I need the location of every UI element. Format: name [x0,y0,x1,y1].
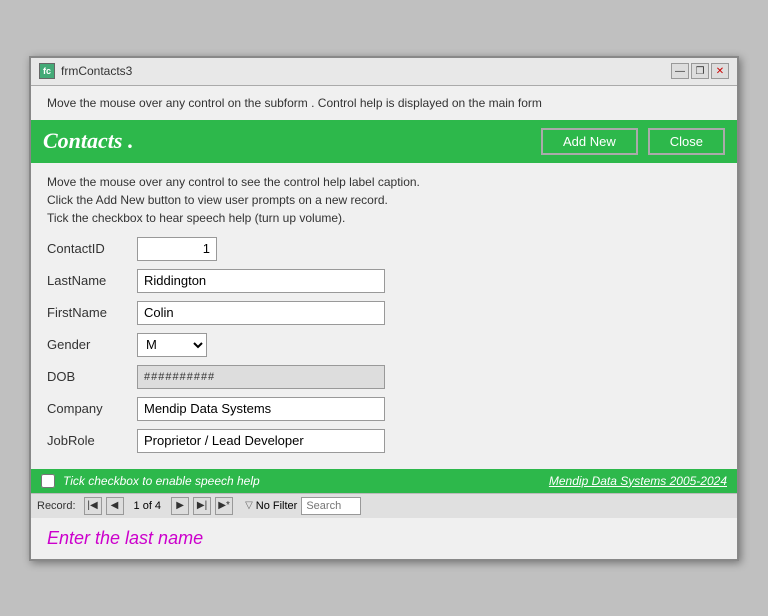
gender-row: Gender M F [47,333,721,357]
form-area: Move the mouse over any control to see t… [31,163,737,469]
restore-button[interactable]: ❐ [691,63,709,79]
last-name-input[interactable] [137,269,385,293]
last-name-row: LastName [47,269,721,293]
gender-select[interactable]: M F [137,333,207,357]
nav-new-button[interactable]: ▶* [215,497,233,515]
header-buttons: Add New Close [541,128,725,155]
main-window: fc frmContacts3 — ❐ ✕ Move the mouse ove… [29,56,739,561]
filter-icon: ▽ [245,500,253,511]
nav-prev-button[interactable]: ◀ [106,497,124,515]
nav-last-button[interactable]: ▶| [193,497,211,515]
bottom-hint-text: Enter the last name [31,518,737,559]
job-role-row: JobRole [47,429,721,453]
gender-label: Gender [47,337,137,352]
dob-input[interactable] [137,365,385,389]
green-footer: Tick checkbox to enable speech help Mend… [31,469,737,493]
record-info: 1 of 4 [134,500,162,512]
app-icon: fc [39,63,55,79]
help-text-block: Move the mouse over any control to see t… [47,173,721,227]
speech-checkbox[interactable] [41,474,55,488]
dob-label: DOB [47,369,137,384]
search-input[interactable] [301,497,361,515]
first-name-input[interactable] [137,301,385,325]
filter-area: ▽ No Filter [245,500,297,512]
help-line-2: Click the Add New button to view user pr… [47,191,721,209]
window-controls: — ❐ ✕ [671,63,729,79]
company-label: Company [47,401,137,416]
company-input[interactable] [137,397,385,421]
add-new-button[interactable]: Add New [541,128,638,155]
form-header: Contacts . Add New Close [31,120,737,163]
footer-credit: Mendip Data Systems 2005-2024 [549,474,727,488]
contact-id-label: ContactID [47,241,137,256]
first-name-label: FirstName [47,305,137,320]
close-window-button[interactable]: ✕ [711,63,729,79]
job-role-label: JobRole [47,433,137,448]
help-line-1: Move the mouse over any control to see t… [47,173,721,191]
record-label: Record: [37,500,76,512]
subform-hint-text: Move the mouse over any control on the s… [31,86,737,120]
speech-label: Tick checkbox to enable speech help [63,474,541,488]
contact-id-input[interactable] [137,237,217,261]
form-title: Contacts . [43,128,133,154]
no-filter-label: No Filter [256,500,298,512]
last-name-label: LastName [47,273,137,288]
title-bar: fc frmContacts3 — ❐ ✕ [31,58,737,86]
minimize-button[interactable]: — [671,63,689,79]
nav-bar: Record: |◀ ◀ 1 of 4 ▶ ▶| ▶* ▽ No Filter [31,493,737,518]
close-button[interactable]: Close [648,128,725,155]
dob-row: DOB [47,365,721,389]
contact-id-row: ContactID [47,237,721,261]
job-role-input[interactable] [137,429,385,453]
nav-first-button[interactable]: |◀ [84,497,102,515]
company-row: Company [47,397,721,421]
title-bar-left: fc frmContacts3 [39,63,132,79]
first-name-row: FirstName [47,301,721,325]
window-title: frmContacts3 [61,64,132,78]
help-line-3: Tick the checkbox to hear speech help (t… [47,209,721,227]
nav-next-button[interactable]: ▶ [171,497,189,515]
